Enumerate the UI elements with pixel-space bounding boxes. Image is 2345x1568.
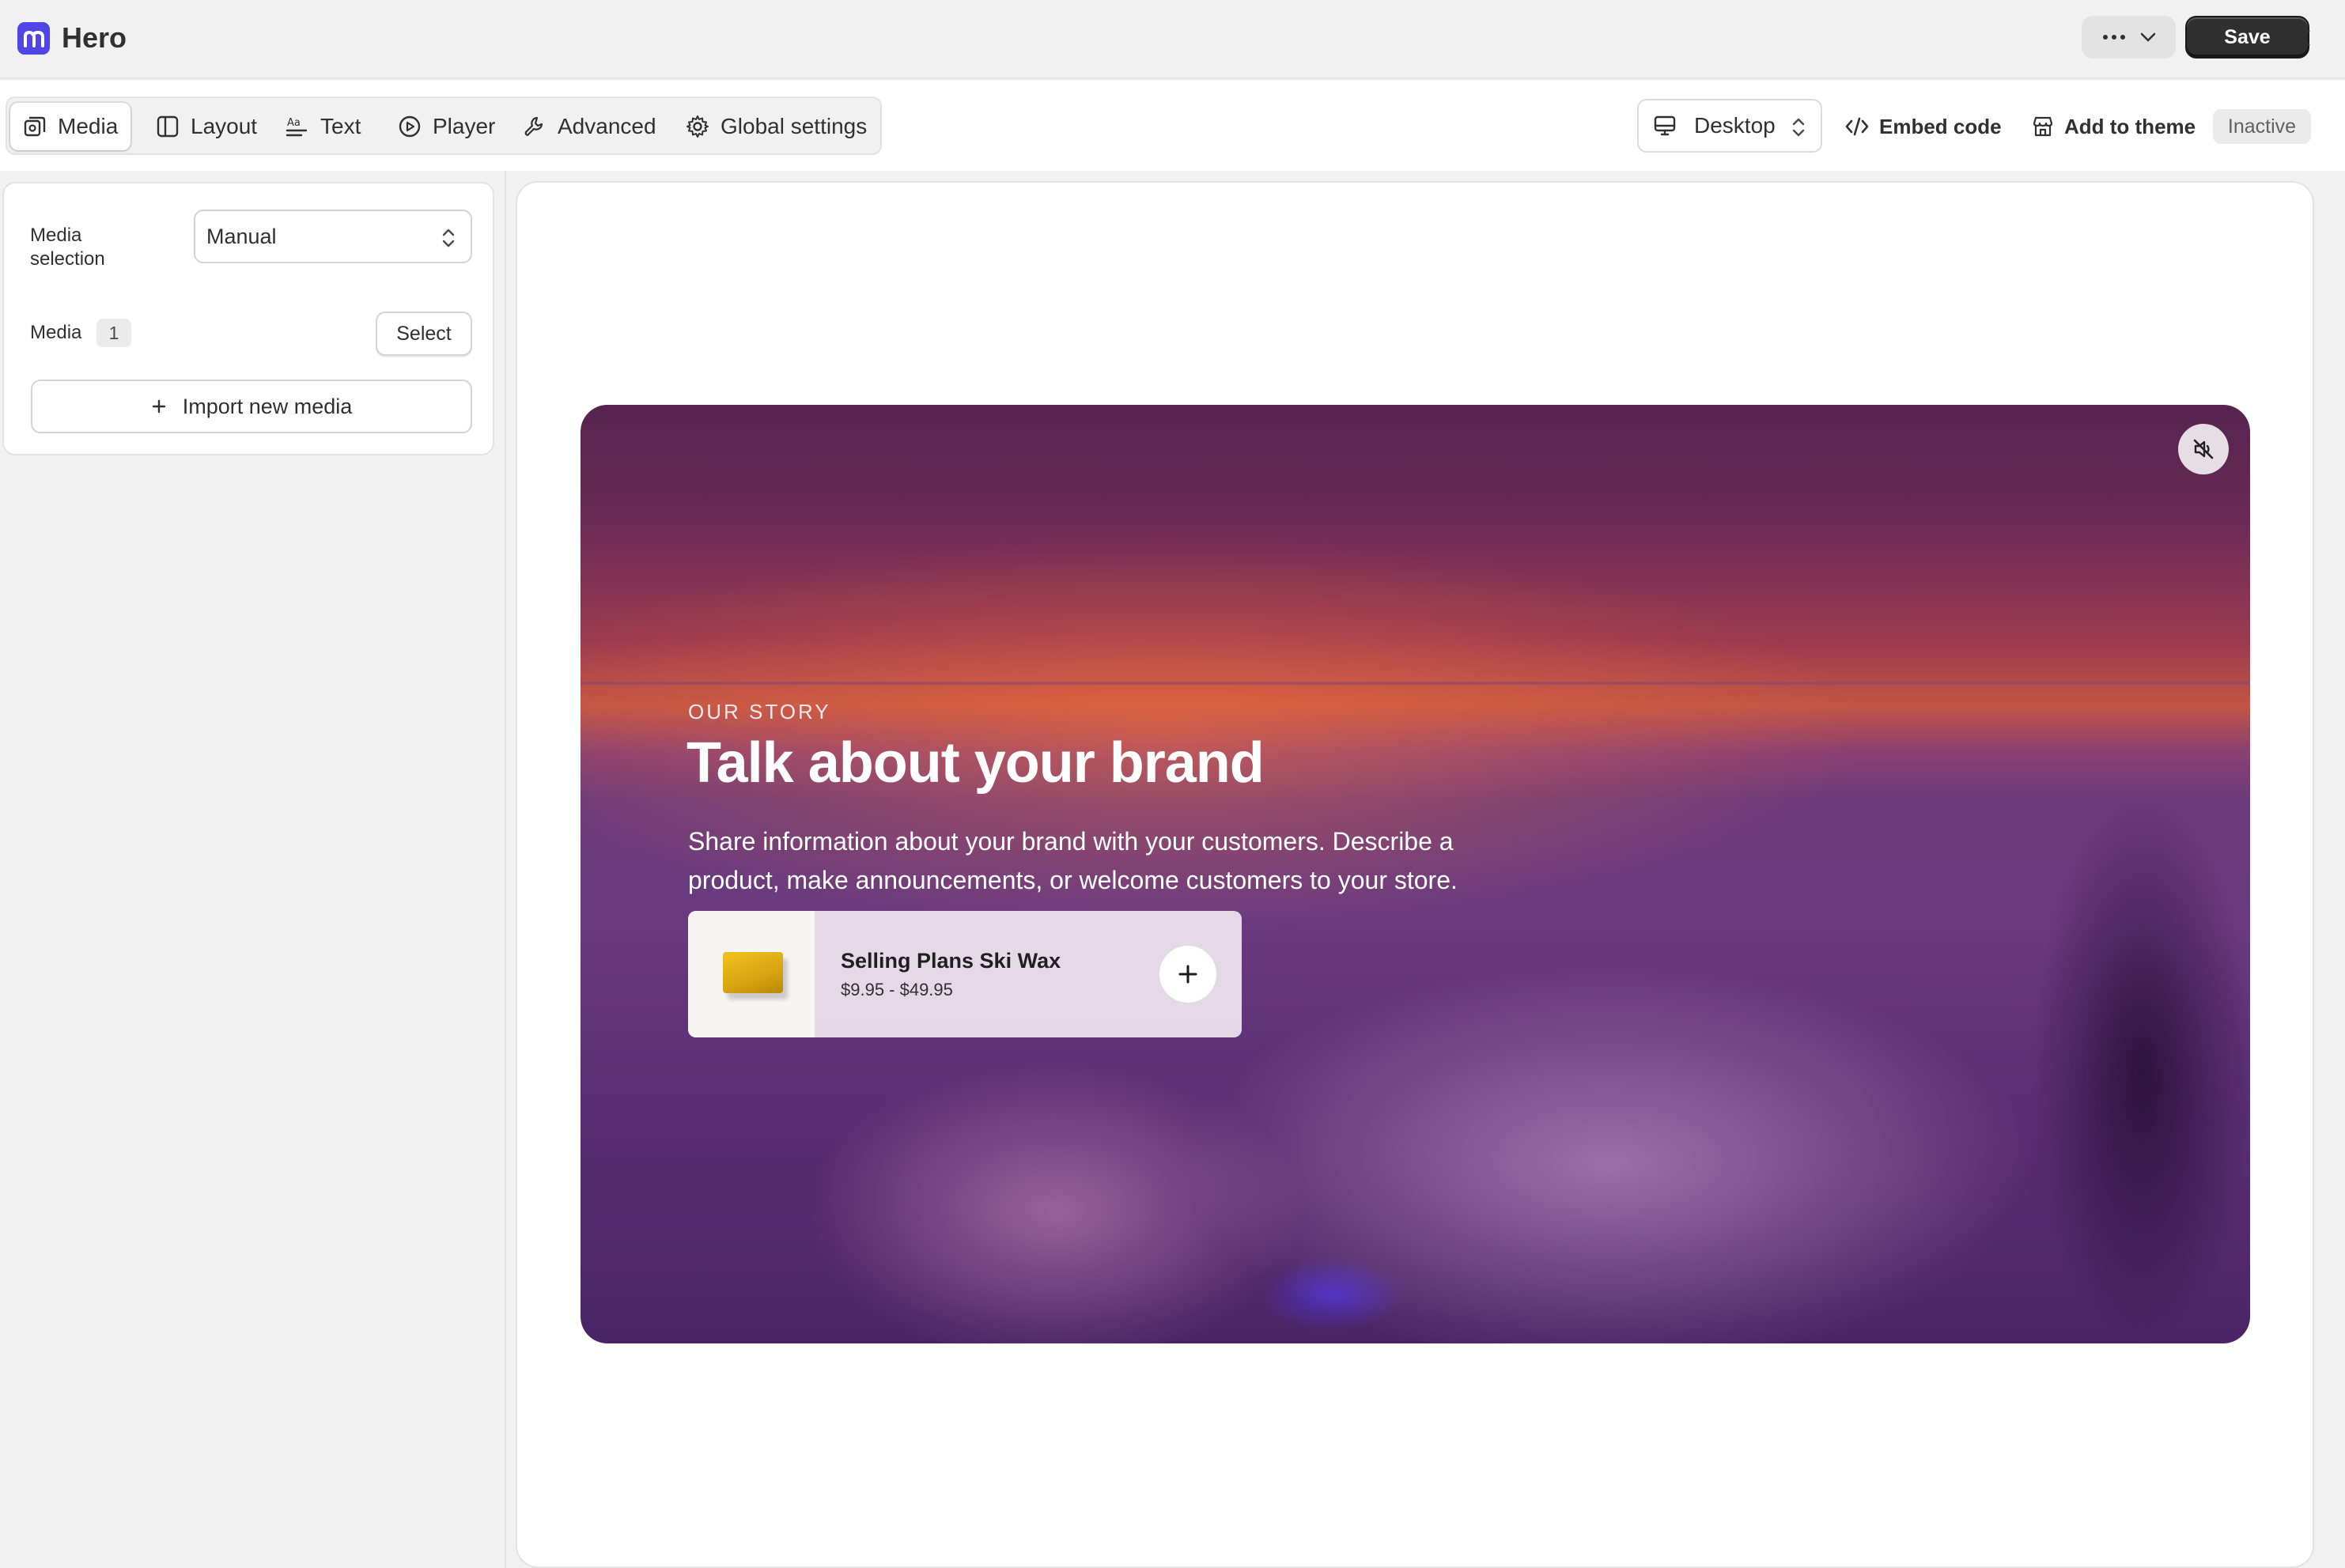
tab-player-label: Player <box>433 114 496 138</box>
plus-icon <box>1178 965 1197 984</box>
desktop-icon <box>1654 115 1676 136</box>
import-media-label: Import new media <box>182 394 353 418</box>
media-label: Media <box>30 322 82 343</box>
hero-body-line1: Share information about your brand with … <box>688 827 1454 856</box>
media-selection-value: Manual <box>206 224 277 248</box>
code-icon <box>1845 117 1869 136</box>
svg-text:Aa: Aa <box>287 117 301 129</box>
ellipsis-icon <box>2102 35 2125 40</box>
product-name: Selling Plans Ski Wax <box>841 949 1061 973</box>
hero-headline: Talk about your brand <box>686 731 1265 795</box>
person-silhouette <box>1925 682 2250 1343</box>
tab-text[interactable]: Aa Text <box>273 103 373 150</box>
product-card[interactable]: Selling Plans Ski Wax $9.95 - $49.95 <box>688 911 1242 1037</box>
tab-global-settings[interactable]: Global settings <box>673 103 879 150</box>
hero-eyebrow: OUR STORY <box>688 700 831 724</box>
layout-icon <box>157 115 179 138</box>
top-bar: Hero Save <box>0 0 2345 79</box>
ski-wax-bar <box>723 952 783 993</box>
play-icon <box>399 115 421 138</box>
logo-m-icon <box>23 30 44 47</box>
plus-icon <box>152 399 165 414</box>
settings-tabs: Media Layout Aa Text Player Advanced Glo… <box>6 96 882 155</box>
more-actions-button[interactable] <box>2082 16 2176 59</box>
embed-code-button[interactable]: Embed code <box>1844 109 2002 144</box>
media-icon <box>24 116 46 137</box>
add-to-theme-label: Add to theme <box>2064 114 2196 138</box>
tab-advanced-label: Advanced <box>558 114 656 138</box>
preview-canvas: OUR STORY Talk about your brand Share in… <box>516 181 2314 1568</box>
embed-code-label: Embed code <box>1879 114 2002 138</box>
chevron-updown-icon <box>1792 118 1805 137</box>
import-media-button[interactable]: Import new media <box>31 380 472 433</box>
media-selection-label-line1: Media <box>30 225 82 246</box>
mute-button[interactable] <box>2178 424 2229 474</box>
add-to-theme-button[interactable]: Add to theme <box>2031 109 2196 144</box>
wrench-icon <box>524 116 543 137</box>
store-icon <box>2033 116 2053 137</box>
tab-text-label: Text <box>320 114 361 138</box>
boat-light <box>1229 1243 1435 1343</box>
media-selection-label: Media selection <box>30 224 105 271</box>
media-selection-label-line2: selection <box>30 248 105 270</box>
media-selection-select[interactable]: Manual <box>194 210 472 263</box>
tab-layout-label: Layout <box>191 114 258 138</box>
tab-media-label: Media <box>58 114 119 138</box>
chevron-down-icon <box>2140 32 2155 42</box>
product-image <box>688 911 815 1037</box>
add-to-cart-button[interactable] <box>1159 946 1216 1003</box>
speaker-muted-icon <box>2193 439 2214 459</box>
close-button[interactable] <box>2286 22 2317 54</box>
app-logo <box>17 22 50 55</box>
hero-body-line2: product, make announcements, or welcome … <box>688 866 1458 894</box>
select-media-button[interactable]: Select <box>376 312 472 356</box>
media-settings-card: Media selection Manual Media 1 Select Im… <box>2 182 494 455</box>
close-icon <box>2293 29 2310 47</box>
hero-video[interactable]: OUR STORY Talk about your brand Share in… <box>581 405 2250 1343</box>
product-price: $9.95 - $49.95 <box>841 980 953 999</box>
tab-advanced[interactable]: Advanced <box>510 103 669 150</box>
device-select[interactable]: Desktop <box>1637 99 1822 153</box>
chevron-updown-icon <box>442 229 455 247</box>
device-select-value: Desktop <box>1694 113 1776 138</box>
tab-global-settings-label: Global settings <box>721 114 868 138</box>
settings-sidebar: Media selection Manual Media 1 Select Im… <box>0 171 506 1568</box>
media-count-badge: 1 <box>96 319 131 347</box>
page-title: Hero <box>62 21 127 54</box>
tab-layout[interactable]: Layout <box>143 103 270 150</box>
status-badge: Inactive <box>2213 109 2311 144</box>
hero-body: Share information about your brand with … <box>688 822 1558 900</box>
tab-media[interactable]: Media <box>10 103 131 150</box>
gear-icon <box>686 115 709 138</box>
tab-player[interactable]: Player <box>385 103 508 150</box>
editor-toolbar: Media Layout Aa Text Player Advanced Glo… <box>0 81 2345 171</box>
text-icon: Aa <box>286 117 308 137</box>
